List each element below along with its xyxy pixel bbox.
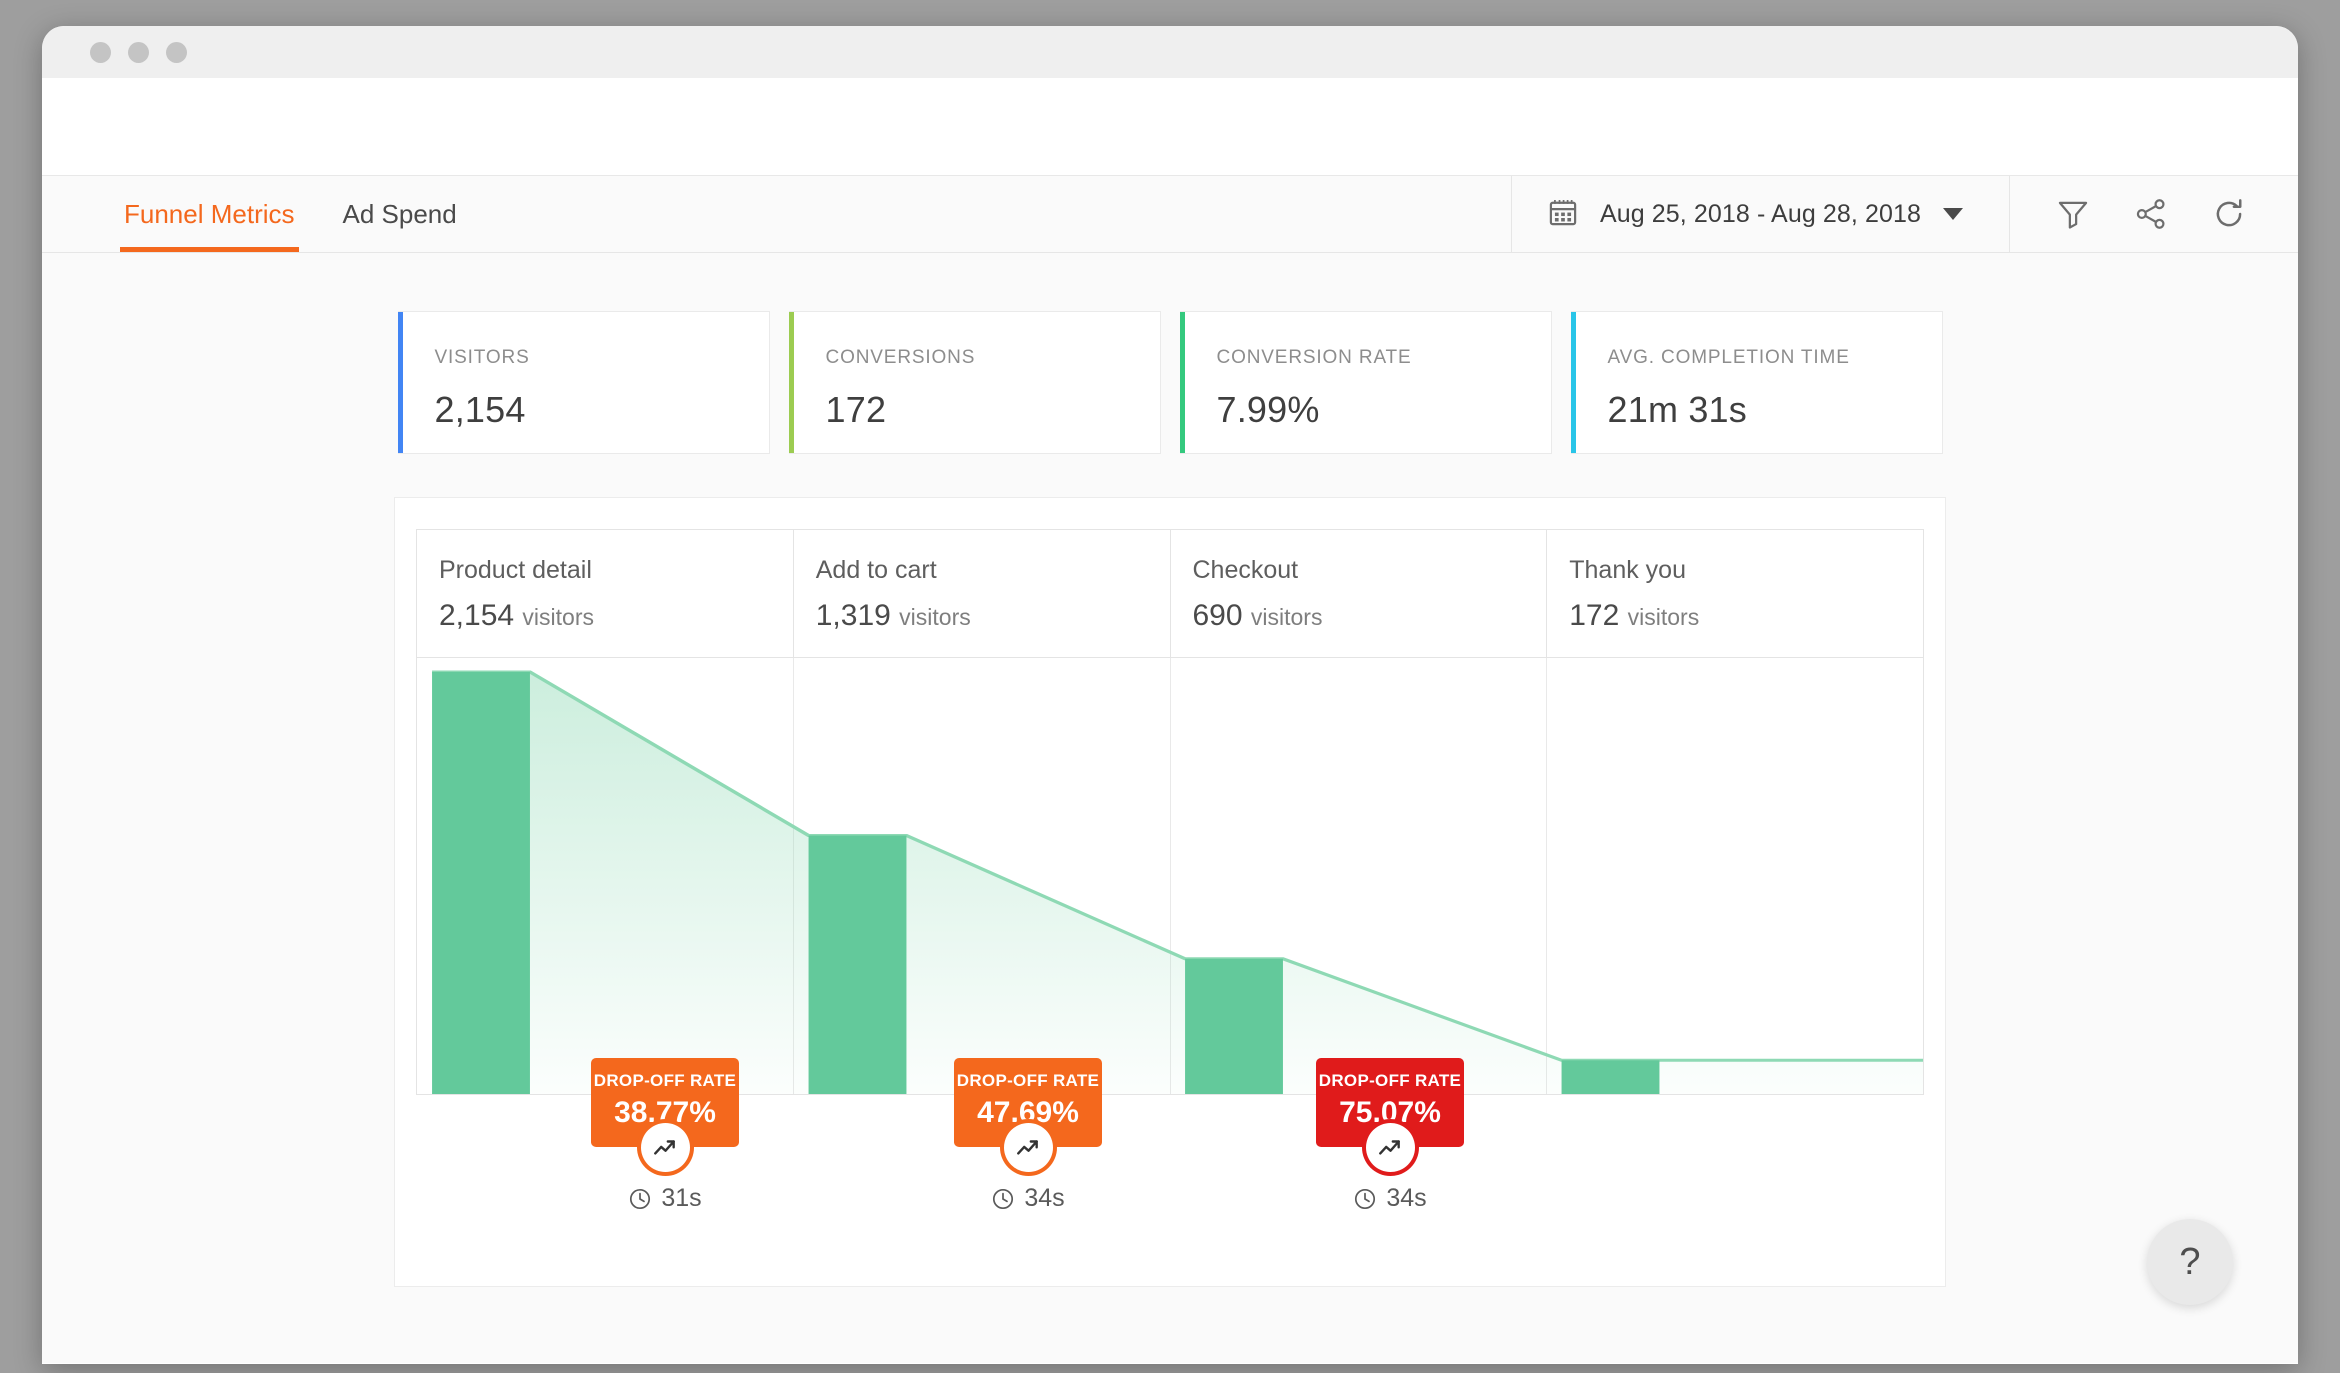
window-close-dot[interactable] xyxy=(90,41,111,63)
step-time: 34s xyxy=(991,1184,1065,1213)
kpi-row: VISITORS 2,154 CONVERSIONS 172 CONVERSIO… xyxy=(397,311,1943,454)
step-count: 1,319 visitors xyxy=(815,599,971,632)
kpi-accent-bar xyxy=(397,312,403,453)
kpi-card-avg-completion-time: AVG. COMPLETION TIME 21m 31s xyxy=(1570,311,1943,454)
funnel-chart-svg xyxy=(432,670,1923,1094)
refresh-icon[interactable] xyxy=(2212,197,2246,231)
clock-icon xyxy=(993,1188,1014,1209)
funnel-step-headers: Product detail 2,154 visitors Add to car… xyxy=(416,529,1924,657)
funnel-area-fill xyxy=(432,671,1923,1094)
tab-bar-right: Aug 25, 2018 - Aug 28, 2018 xyxy=(1510,176,2298,252)
step-name: Add to cart xyxy=(815,556,937,584)
kpi-value: 2,154 xyxy=(434,389,526,430)
browser-titlebar xyxy=(42,26,2298,78)
step-name: Checkout xyxy=(1192,556,1299,584)
kpi-label: AVG. COMPLETION TIME xyxy=(1607,347,1850,368)
kpi-card-visitors: VISITORS 2,154 xyxy=(397,311,770,454)
help-button[interactable]: ? xyxy=(2147,1219,2233,1305)
dropoff-label: DROP-OFF RATE xyxy=(1318,1071,1462,1090)
step-time: 34s xyxy=(1353,1184,1427,1213)
kpi-accent-bar xyxy=(1570,312,1576,453)
funnel-chart xyxy=(416,657,1924,1095)
dropoff-label: DROP-OFF RATE xyxy=(593,1071,737,1090)
toolbar-icons xyxy=(2009,176,2298,252)
clock-icon xyxy=(1355,1188,1376,1209)
dropoff-badge-1[interactable]: DROP-OFF RATE 38.77% 31s xyxy=(591,1058,739,1213)
share-icon[interactable] xyxy=(2134,197,2168,231)
tab-bar: Funnel Metrics Ad Spend Aug 25, 2018 - A… xyxy=(42,176,2298,253)
step-count: 172 visitors xyxy=(1569,599,1700,632)
trend-up-icon[interactable] xyxy=(1003,1123,1053,1172)
calendar-icon xyxy=(1548,197,1578,232)
step-count: 690 visitors xyxy=(1192,599,1323,632)
step-time-label: 34s xyxy=(1386,1184,1427,1212)
tab-ad-spend[interactable]: Ad Spend xyxy=(339,176,461,252)
clock-icon xyxy=(630,1188,651,1209)
kpi-accent-bar xyxy=(788,312,794,453)
funnel-step-add-to-cart[interactable]: Add to cart 1,319 visitors xyxy=(794,530,1171,657)
date-range-picker[interactable]: Aug 25, 2018 - Aug 28, 2018 xyxy=(1510,176,2009,252)
funnel-bar-3 xyxy=(1561,1060,1660,1094)
window-minimize-dot[interactable] xyxy=(128,41,149,63)
funnel-step-checkout[interactable]: Checkout 690 visitors xyxy=(1171,530,1548,657)
trend-up-icon[interactable] xyxy=(1365,1123,1415,1172)
kpi-label: CONVERSION RATE xyxy=(1216,347,1412,368)
kpi-label: CONVERSIONS xyxy=(825,347,976,368)
step-time-label: 34s xyxy=(1024,1184,1065,1212)
funnel-bar-2 xyxy=(1185,958,1283,1094)
step-name: Thank you xyxy=(1569,556,1686,584)
trend-up-icon[interactable] xyxy=(640,1123,690,1172)
funnel-panel: Product detail 2,154 visitors Add to car… xyxy=(394,497,1946,1287)
step-time-label: 31s xyxy=(661,1184,702,1212)
dropoff-badge-3[interactable]: DROP-OFF RATE 75.07% 34s xyxy=(1316,1058,1464,1213)
kpi-accent-bar xyxy=(1179,312,1185,453)
funnel-step-product-detail[interactable]: Product detail 2,154 visitors xyxy=(417,530,794,657)
funnel-bar-1 xyxy=(808,835,907,1094)
browser-window: Checkout funnel RUNNING CONFIGURATION › … xyxy=(42,26,2298,1364)
kpi-value: 172 xyxy=(825,389,887,430)
date-range-label: Aug 25, 2018 - Aug 28, 2018 xyxy=(1599,199,1921,228)
step-unit: visitors xyxy=(1250,604,1323,630)
window-maximize-dot[interactable] xyxy=(166,41,187,63)
content-area: VISITORS 2,154 CONVERSIONS 172 CONVERSIO… xyxy=(42,253,2298,1363)
filter-icon[interactable] xyxy=(2056,197,2090,231)
tab-list: Funnel Metrics Ad Spend xyxy=(42,176,461,252)
tab-funnel-metrics[interactable]: Funnel Metrics xyxy=(120,176,299,252)
chevron-down-icon[interactable] xyxy=(1943,208,1963,220)
step-name: Product detail xyxy=(439,556,592,584)
step-unit: visitors xyxy=(899,604,971,630)
kpi-value: 7.99% xyxy=(1216,389,1320,430)
step-unit: visitors xyxy=(522,604,594,630)
step-unit: visitors xyxy=(1627,604,1700,630)
dropoff-badge-2[interactable]: DROP-OFF RATE 47.69% 34s xyxy=(954,1058,1102,1213)
kpi-card-conversions: CONVERSIONS 172 xyxy=(788,311,1161,454)
kpi-value: 21m 31s xyxy=(1607,389,1747,430)
kpi-label: VISITORS xyxy=(434,347,530,368)
step-time: 31s xyxy=(628,1184,702,1213)
screenshot-root: Checkout funnel RUNNING CONFIGURATION › … xyxy=(0,0,2340,1373)
step-count: 2,154 visitors xyxy=(439,599,594,632)
dropoff-label: DROP-OFF RATE xyxy=(956,1071,1100,1090)
app-header: Checkout funnel RUNNING CONFIGURATION › … xyxy=(42,78,2298,260)
funnel-step-thank-you[interactable]: Thank you 172 visitors xyxy=(1547,530,1923,657)
kpi-card-conversion-rate: CONVERSION RATE 7.99% xyxy=(1179,311,1552,454)
funnel-bar-0 xyxy=(432,671,530,1094)
